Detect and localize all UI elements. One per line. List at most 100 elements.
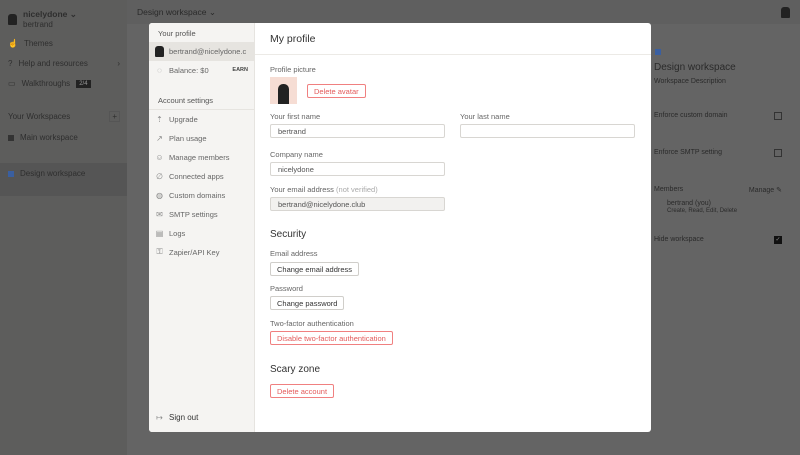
nav-manage-members[interactable]: ☺ Manage members <box>155 149 254 165</box>
globe-icon: ◍ <box>156 190 163 200</box>
user-name: bertrand <box>23 20 53 29</box>
nav-balance[interactable]: ◌ Balance: $0 EARN <box>155 62 248 78</box>
change-email-button[interactable]: Change email address <box>270 262 360 276</box>
member-permissions: Create, Read, Edit, Delete <box>667 208 738 214</box>
workspace-color <box>8 170 14 177</box>
sidebar-item-walkthroughs[interactable]: ▭ Walkthroughs 2/4 <box>8 79 91 88</box>
sidebar-item-themes[interactable]: ☝ Themes <box>8 39 53 48</box>
workspaces-title: Your Workspaces <box>8 112 71 121</box>
workspace-design-label: Design workspace <box>8 169 85 178</box>
label: Your email address <box>270 185 334 194</box>
first-name-input[interactable]: bertrand <box>270 124 445 138</box>
workspace-color[interactable] <box>655 49 661 55</box>
settings-nav: Your profile bertrand@nicelydone.c ◌ Bala… <box>149 23 255 432</box>
nav-plan-usage[interactable]: ↗ Plan usage <box>155 130 254 146</box>
nav-custom-domains[interactable]: ◍ Custom domains <box>155 187 254 203</box>
delete-avatar-button[interactable]: Delete avatar <box>307 84 366 98</box>
members-label: Members <box>654 186 684 193</box>
nav-upgrade[interactable]: ⇡ Upgrade <box>155 111 254 127</box>
label: Help and resources <box>18 59 88 68</box>
label: Sign out <box>169 412 199 422</box>
org-name: nicelydone <box>23 9 68 19</box>
label: Connected apps <box>169 171 224 181</box>
workspace-description[interactable]: Workspace Description <box>654 78 726 85</box>
security-heading: Security <box>270 229 307 240</box>
manage-members-link[interactable]: Manage ✎ <box>749 186 782 194</box>
chevron-right-icon: › <box>117 59 120 68</box>
label: Plan usage <box>169 133 207 143</box>
label: Logs <box>169 228 186 238</box>
profile-content: My profile Profile picture Delete avatar… <box>255 23 651 432</box>
hide-workspace-label: Hide workspace <box>654 236 704 243</box>
question-icon: ? <box>8 59 13 68</box>
users-icon: ☺ <box>155 152 164 162</box>
workspace-panel: Design workspace Workspace Description E… <box>651 24 800 455</box>
label: Upgrade <box>169 114 198 124</box>
label: Walkthroughs <box>21 79 71 88</box>
profile-picture[interactable] <box>270 77 297 104</box>
change-password-button[interactable]: Change password <box>270 296 345 310</box>
workspace-dropdown[interactable]: Design workspace ⌄ <box>137 7 216 18</box>
sign-out-icon: ↦ <box>156 412 163 422</box>
scary-zone-heading: Scary zone <box>270 364 321 375</box>
sidebar-item-help[interactable]: ? Help and resources › <box>8 59 120 68</box>
badge: 2/4 <box>76 79 91 88</box>
avatar <box>8 13 17 25</box>
label: Manage <box>748 187 775 194</box>
profile-header: Your profile <box>158 29 196 38</box>
sign-out-button[interactable]: ↦ Sign out <box>155 409 254 425</box>
sidebar: nicelydone ⌄ bertrand ☝ Themes ? Help and r… <box>0 0 127 455</box>
workspace-title: Design workspace <box>654 62 736 73</box>
workspace-design[interactable] <box>0 163 127 196</box>
nav-api-key[interactable]: ⚿ Zapier/API Key <box>155 244 254 260</box>
settings-header: Account settings <box>158 96 214 105</box>
chat-icon: ▭ <box>8 79 16 88</box>
enforce-smtp-checkbox[interactable] <box>774 149 782 157</box>
nav-connected-apps[interactable]: ∅ Connected apps <box>155 168 254 184</box>
email-verification-note: (not verified) <box>336 185 378 194</box>
org-switcher[interactable]: nicelydone ⌄ bertrand <box>8 9 77 29</box>
label: Manage members <box>169 152 230 162</box>
twofa-label: Two-factor authentication <box>270 319 354 328</box>
email-address-label: Email address <box>270 249 318 258</box>
workspace-main[interactable]: Main workspace <box>8 133 78 142</box>
trend-icon: ↗ <box>156 133 163 143</box>
nav-logs[interactable]: ▤ Logs <box>155 225 254 241</box>
enforce-smtp-label: Enforce SMTP setting <box>654 149 722 156</box>
delete-account-button[interactable]: Delete account <box>270 384 335 398</box>
disable-twofa-button[interactable]: Disable two-factor authentication <box>270 331 393 345</box>
avatar <box>155 46 164 57</box>
label: Design workspace <box>137 7 207 17</box>
user-avatar[interactable] <box>781 7 790 18</box>
member-name: bertrand (you) <box>667 200 711 207</box>
earn-link[interactable]: EARN <box>232 67 248 73</box>
page-title: My profile <box>270 33 316 45</box>
thumb-icon: ☝ <box>8 39 18 48</box>
workspace-color <box>8 134 14 141</box>
label: Zapier/API Key <box>169 247 220 257</box>
email-input: bertrand@nicelydone.club <box>270 197 445 211</box>
label: Balance: $0 <box>169 65 209 75</box>
last-name-input[interactable] <box>460 124 635 138</box>
workspaces-header: Your Workspaces + <box>8 111 120 122</box>
nav-smtp-settings[interactable]: ✉ SMTP settings <box>155 206 254 222</box>
nav-profile[interactable]: bertrand@nicelydone.c <box>149 42 255 61</box>
company-input[interactable]: nicelydone <box>270 162 445 176</box>
add-workspace-button[interactable]: + <box>109 111 120 122</box>
label: Custom domains <box>169 190 226 200</box>
label: Design workspace <box>20 169 86 178</box>
enforce-domain-checkbox[interactable] <box>774 112 782 120</box>
upgrade-icon: ⇡ <box>156 114 163 124</box>
label: Themes <box>23 39 53 48</box>
profile-picture-label: Profile picture <box>270 65 316 74</box>
document-icon: ▤ <box>155 228 164 238</box>
label: SMTP settings <box>169 209 218 219</box>
mail-icon: ✉ <box>156 209 163 219</box>
email-label: Your email address (not verified) <box>270 185 378 194</box>
piggy-bank-icon: ◌ <box>157 65 162 75</box>
hide-workspace-checkbox[interactable]: ✓ <box>774 236 782 244</box>
top-bar: Design workspace ⌄ <box>127 0 800 24</box>
enforce-domain-label: Enforce custom domain <box>654 112 728 119</box>
label: Main workspace <box>20 133 78 142</box>
company-label: Company name <box>270 150 323 159</box>
